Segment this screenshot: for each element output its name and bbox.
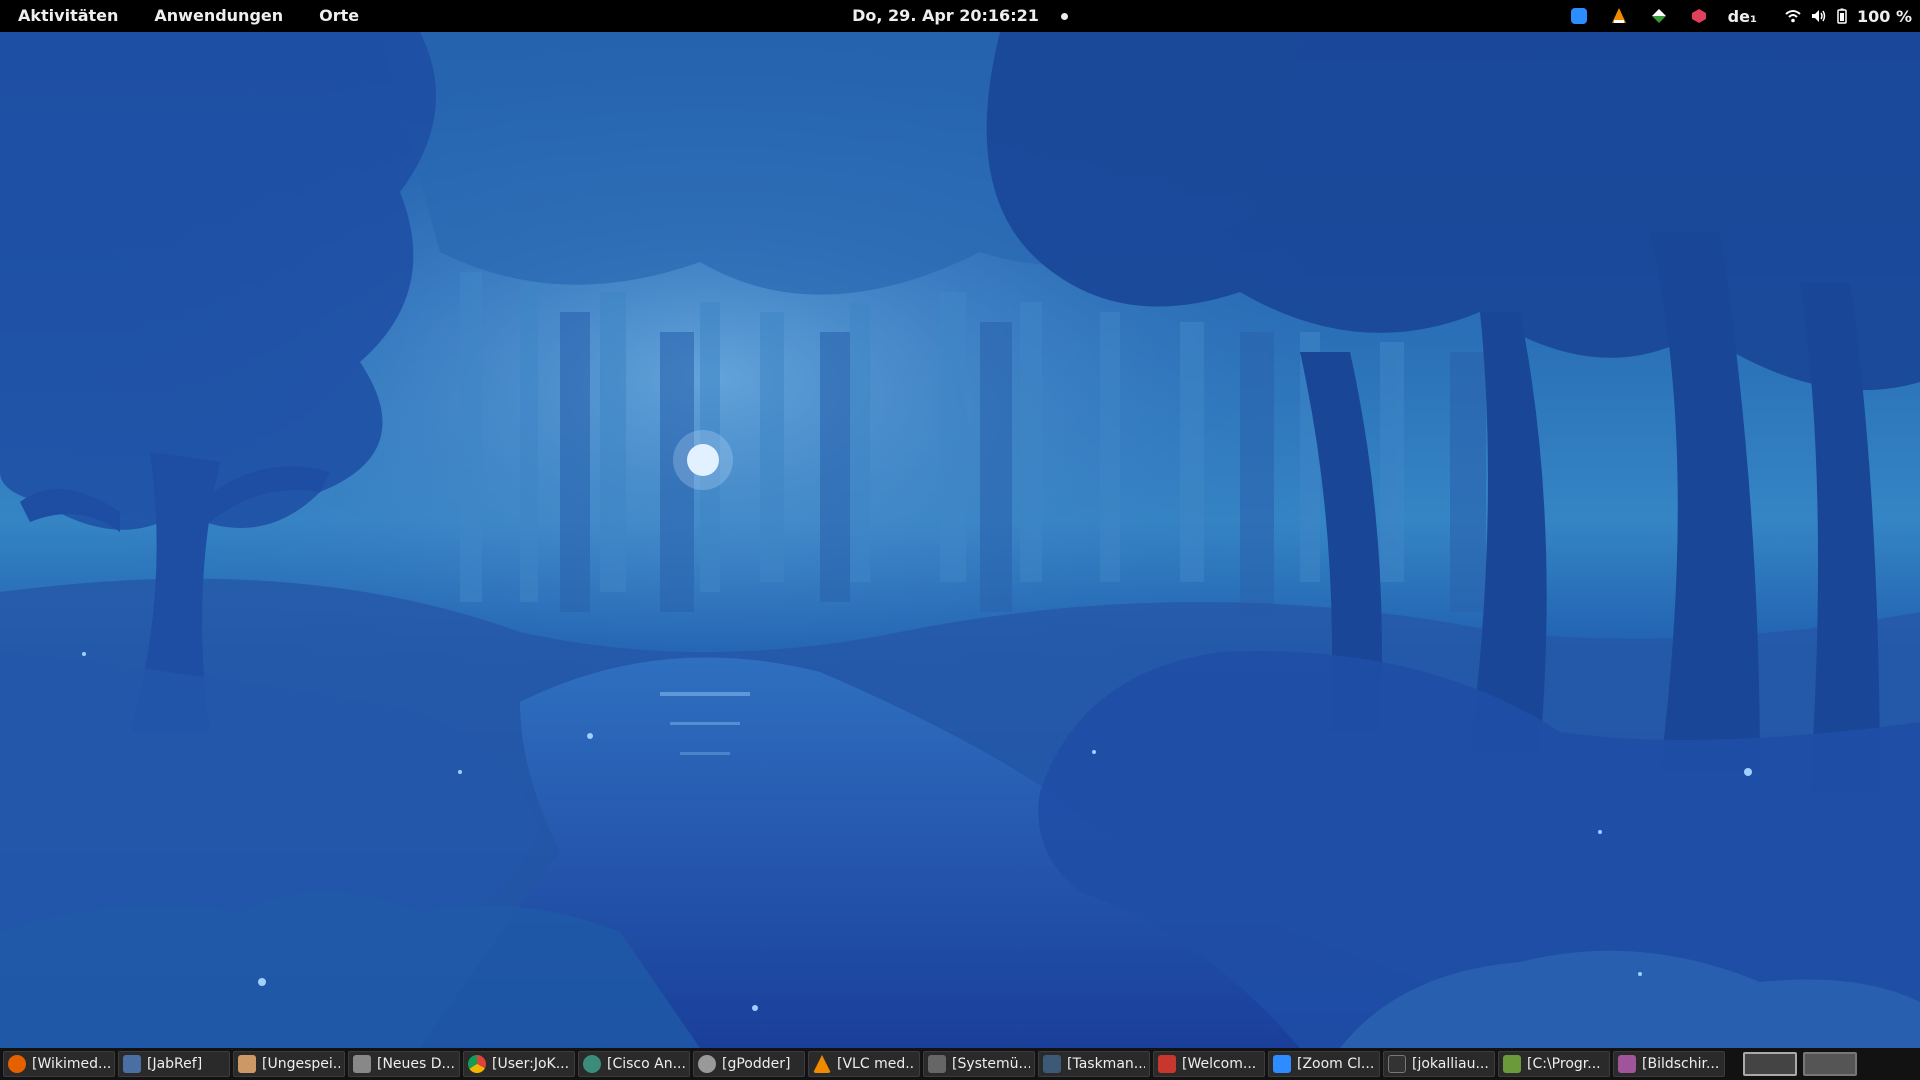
task-item[interactable]: [VLC med... bbox=[808, 1051, 920, 1077]
workspace-2[interactable] bbox=[1803, 1052, 1857, 1076]
system-tray: de₁ 100 % bbox=[1562, 0, 1912, 32]
vlc-icon bbox=[813, 1055, 831, 1073]
task-item[interactable]: [Systemü... bbox=[923, 1051, 1035, 1077]
taskbar: [Wikimed... [JabRef] [Ungespei... [Neues… bbox=[0, 1048, 1920, 1080]
task-label: [Ungespei... bbox=[262, 1056, 340, 1072]
top-bar-left: Aktivitäten Anwendungen Orte bbox=[0, 0, 377, 32]
task-item[interactable]: [Neues D... bbox=[348, 1051, 460, 1077]
task-manager-icon bbox=[1043, 1055, 1061, 1073]
task-item[interactable]: [Ungespei... bbox=[233, 1051, 345, 1077]
task-label: [VLC med... bbox=[837, 1056, 915, 1072]
task-item[interactable]: [JabRef] bbox=[118, 1051, 230, 1077]
terminal-icon bbox=[1388, 1055, 1406, 1073]
globe-icon bbox=[583, 1055, 601, 1073]
battery-percentage: 100 % bbox=[1857, 6, 1912, 26]
places-menu[interactable]: Orte bbox=[301, 0, 377, 32]
task-label: [Neues D... bbox=[377, 1056, 455, 1072]
gpodder-icon bbox=[698, 1055, 716, 1073]
keyboard-layout-indicator[interactable]: de₁ bbox=[1722, 7, 1763, 26]
task-label: [Welcom... bbox=[1182, 1056, 1257, 1072]
task-label: [Taskman... bbox=[1067, 1056, 1145, 1072]
task-item[interactable]: [Welcom... bbox=[1153, 1051, 1265, 1077]
top-bar: Aktivitäten Anwendungen Orte Do, 29. Apr… bbox=[0, 0, 1920, 32]
zoom-icon bbox=[1273, 1055, 1291, 1073]
notification-dot bbox=[1060, 13, 1068, 20]
task-item[interactable]: [gPodder] bbox=[693, 1051, 805, 1077]
task-label: [Wikimed... bbox=[32, 1056, 110, 1072]
task-label: [Bildschir... bbox=[1642, 1056, 1720, 1072]
task-label: [jokalliau... bbox=[1412, 1056, 1489, 1072]
task-item[interactable]: [Bildschir... bbox=[1613, 1051, 1725, 1077]
wine-icon bbox=[1503, 1055, 1521, 1073]
screenshot-icon bbox=[1618, 1055, 1636, 1073]
task-label: [C:\Progr... bbox=[1527, 1056, 1601, 1072]
applications-menu[interactable]: Anwendungen bbox=[136, 0, 301, 32]
zoom-icon[interactable] bbox=[1562, 0, 1596, 32]
welcome-icon bbox=[1158, 1055, 1176, 1073]
task-label: [Systemü... bbox=[952, 1056, 1030, 1072]
chrome-icon bbox=[468, 1055, 486, 1073]
activities-button[interactable]: Aktivitäten bbox=[0, 0, 136, 32]
volume-icon bbox=[1812, 10, 1826, 22]
system-monitor-icon bbox=[928, 1055, 946, 1073]
text-editor-icon bbox=[238, 1055, 256, 1073]
task-item[interactable]: [jokalliau... bbox=[1383, 1051, 1495, 1077]
firefox-icon bbox=[8, 1055, 26, 1073]
document-icon bbox=[353, 1055, 371, 1073]
battery-icon bbox=[1837, 8, 1847, 24]
forest-night-wallpaper bbox=[0, 32, 1920, 1048]
task-label: [User:JoK... bbox=[492, 1056, 570, 1072]
task-label: [gPodder] bbox=[722, 1056, 791, 1072]
task-item[interactable]: [Taskman... bbox=[1038, 1051, 1150, 1077]
jabref-icon bbox=[123, 1055, 141, 1073]
task-item[interactable]: [Cisco An... bbox=[578, 1051, 690, 1077]
desktop-wallpaper bbox=[0, 32, 1920, 1048]
task-item[interactable]: [C:\Progr... bbox=[1498, 1051, 1610, 1077]
wifi-icon bbox=[1785, 10, 1801, 23]
task-label: [Cisco An... bbox=[607, 1056, 685, 1072]
network-sync-icon[interactable] bbox=[1642, 0, 1676, 32]
task-item[interactable]: [User:JoK... bbox=[463, 1051, 575, 1077]
security-shield-icon[interactable] bbox=[1682, 0, 1716, 32]
task-item[interactable]: [Wikimed... bbox=[3, 1051, 115, 1077]
vlc-icon[interactable] bbox=[1602, 0, 1636, 32]
clock[interactable]: Do, 29. Apr 20:16:21 bbox=[852, 6, 1039, 25]
status-menu[interactable]: 100 % bbox=[1769, 7, 1912, 26]
task-item[interactable]: [Zoom Cl... bbox=[1268, 1051, 1380, 1077]
keyboard-layout-suffix: ₁ bbox=[1749, 6, 1757, 26]
task-label: [JabRef] bbox=[147, 1056, 203, 1072]
task-label: [Zoom Cl... bbox=[1297, 1056, 1375, 1072]
workspace-1[interactable] bbox=[1743, 1052, 1797, 1076]
keyboard-layout-label: de bbox=[1727, 6, 1750, 26]
